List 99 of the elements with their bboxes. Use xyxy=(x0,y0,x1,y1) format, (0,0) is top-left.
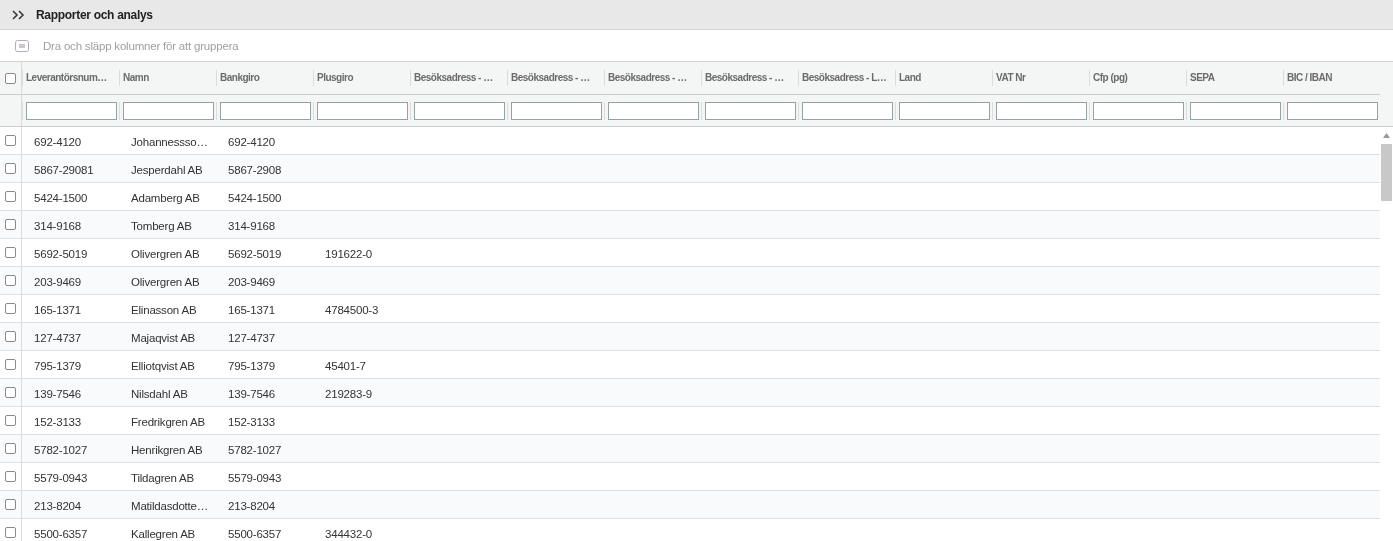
filter-field[interactable] xyxy=(123,101,214,120)
table-cell: Matildasdotte… xyxy=(131,499,209,512)
table-cell: Elinasson AB xyxy=(131,303,197,316)
column-header[interactable]: Bankgiro xyxy=(216,70,313,86)
filter-field[interactable] xyxy=(608,101,699,120)
table-cell: 45401-7 xyxy=(325,359,366,372)
group-icon xyxy=(15,39,29,52)
filter-field[interactable] xyxy=(705,101,796,120)
checkbox[interactable] xyxy=(5,219,16,230)
scrollbar-thumb[interactable] xyxy=(1381,144,1392,201)
table-cell: 213-8204 xyxy=(228,499,275,512)
table-cell: 795-1379 xyxy=(228,359,275,372)
column-header[interactable]: Besöksadress - L… xyxy=(798,70,895,86)
column-header[interactable]: Besöksadress - … xyxy=(410,70,507,86)
table-cell: Tomberg AB xyxy=(131,219,192,232)
filter-field[interactable] xyxy=(1093,101,1184,120)
table-cell: 152-3133 xyxy=(34,415,81,428)
table-cell: 203-9469 xyxy=(228,275,275,288)
table-cell: 139-7546 xyxy=(34,387,81,400)
checkbox[interactable] xyxy=(5,191,16,202)
table-cell: 152-3133 xyxy=(228,415,275,428)
filter-field[interactable] xyxy=(802,101,893,120)
column-header[interactable]: Besöksadress - … xyxy=(604,70,701,86)
column-header[interactable]: Besöksadress - … xyxy=(507,70,604,86)
table-cell: 127-4737 xyxy=(228,331,275,344)
table-cell: 127-4737 xyxy=(34,331,81,344)
table-cell: Olivergren AB xyxy=(131,247,200,260)
column-header[interactable]: Namn xyxy=(119,70,216,86)
table-cell: 5424-1500 xyxy=(34,191,88,204)
panel-title: Rapporter och analys xyxy=(36,7,153,22)
checkbox[interactable] xyxy=(5,415,16,426)
table-cell: 5692-5019 xyxy=(34,247,88,260)
checkbox[interactable] xyxy=(5,387,16,398)
column-header[interactable]: Besöksadress - … xyxy=(701,70,798,86)
filter-field[interactable] xyxy=(414,101,505,120)
table-cell: 344432-0 xyxy=(325,527,372,540)
table-cell: 5867-2908 xyxy=(228,163,282,176)
table-cell: 5424-1500 xyxy=(228,191,282,204)
table-cell: Majaqvist AB xyxy=(131,331,196,344)
checkbox[interactable] xyxy=(5,72,16,84)
table-cell: Elliotqvist AB xyxy=(131,359,195,372)
table-cell: Henrikgren AB xyxy=(131,443,203,456)
table-cell: Fredrikgren AB xyxy=(131,415,205,428)
table-cell: 314-9168 xyxy=(34,219,81,232)
checkbox[interactable] xyxy=(5,135,16,146)
table-cell: 5579-0943 xyxy=(228,471,282,484)
table-cell: 5500-6357 xyxy=(34,527,88,540)
table-cell: 5867-29081 xyxy=(34,163,94,176)
group-hint: Dra och släpp kolumner för att gruppera xyxy=(43,39,239,52)
table-cell: 165-1371 xyxy=(34,303,81,316)
table-cell: Tildagren AB xyxy=(131,471,195,484)
checkbox[interactable] xyxy=(5,359,16,370)
column-header[interactable]: SEPA xyxy=(1186,70,1283,86)
table-cell: 795-1379 xyxy=(34,359,81,372)
filter-field[interactable] xyxy=(26,101,117,120)
table-cell: 314-9168 xyxy=(228,219,275,232)
table-cell: 219283-9 xyxy=(325,387,372,400)
table-cell: 4784500-3 xyxy=(325,303,379,316)
table-cell: 5782-1027 xyxy=(34,443,88,456)
checkbox[interactable] xyxy=(5,247,16,258)
column-header[interactable]: Land xyxy=(895,70,992,86)
scroll-up-icon[interactable] xyxy=(1383,133,1390,138)
table-cell: 5500-6357 xyxy=(228,527,282,540)
filter-field[interactable] xyxy=(899,101,990,120)
table-cell: Olivergren AB xyxy=(131,275,200,288)
checkbox[interactable] xyxy=(5,163,16,174)
column-header[interactable]: Plusgiro xyxy=(313,70,410,86)
table-cell: Johannessso… xyxy=(131,135,208,148)
table-cell: 191622-0 xyxy=(325,247,372,260)
checkbox[interactable] xyxy=(5,499,16,510)
checkbox[interactable] xyxy=(5,527,16,538)
filter-field[interactable] xyxy=(1190,101,1281,120)
table-cell: 692-4120 xyxy=(228,135,275,148)
column-header[interactable]: Leverantörsnum… xyxy=(22,70,119,86)
table-cell: Adamberg AB xyxy=(131,191,200,204)
filter-field[interactable] xyxy=(220,101,311,120)
filter-field[interactable] xyxy=(996,101,1087,120)
table-cell: 213-8204 xyxy=(34,499,81,512)
column-header[interactable]: VAT Nr xyxy=(992,70,1089,86)
table-cell: 692-4120 xyxy=(34,135,81,148)
table-cell: 203-9469 xyxy=(34,275,81,288)
table-cell: Nilsdahl AB xyxy=(131,387,188,400)
table-cell: 5692-5019 xyxy=(228,247,282,260)
filter-field[interactable] xyxy=(511,101,602,120)
checkbox[interactable] xyxy=(5,443,16,454)
checkbox[interactable] xyxy=(5,275,16,286)
checkbox[interactable] xyxy=(5,331,16,342)
filter-field[interactable] xyxy=(1287,101,1378,120)
checkbox[interactable] xyxy=(5,471,16,482)
table-cell: Kallegren AB xyxy=(131,527,196,540)
table-cell: 165-1371 xyxy=(228,303,275,316)
table-cell: 5782-1027 xyxy=(228,443,282,456)
table-cell: 5579-0943 xyxy=(34,471,88,484)
checkbox[interactable] xyxy=(5,303,16,314)
filter-field[interactable] xyxy=(317,101,408,120)
table-cell: Jesperdahl AB xyxy=(131,163,203,176)
table-cell: 139-7546 xyxy=(228,387,275,400)
column-header[interactable]: Cfp (pg) xyxy=(1089,70,1186,86)
expand-icon[interactable] xyxy=(12,9,26,20)
